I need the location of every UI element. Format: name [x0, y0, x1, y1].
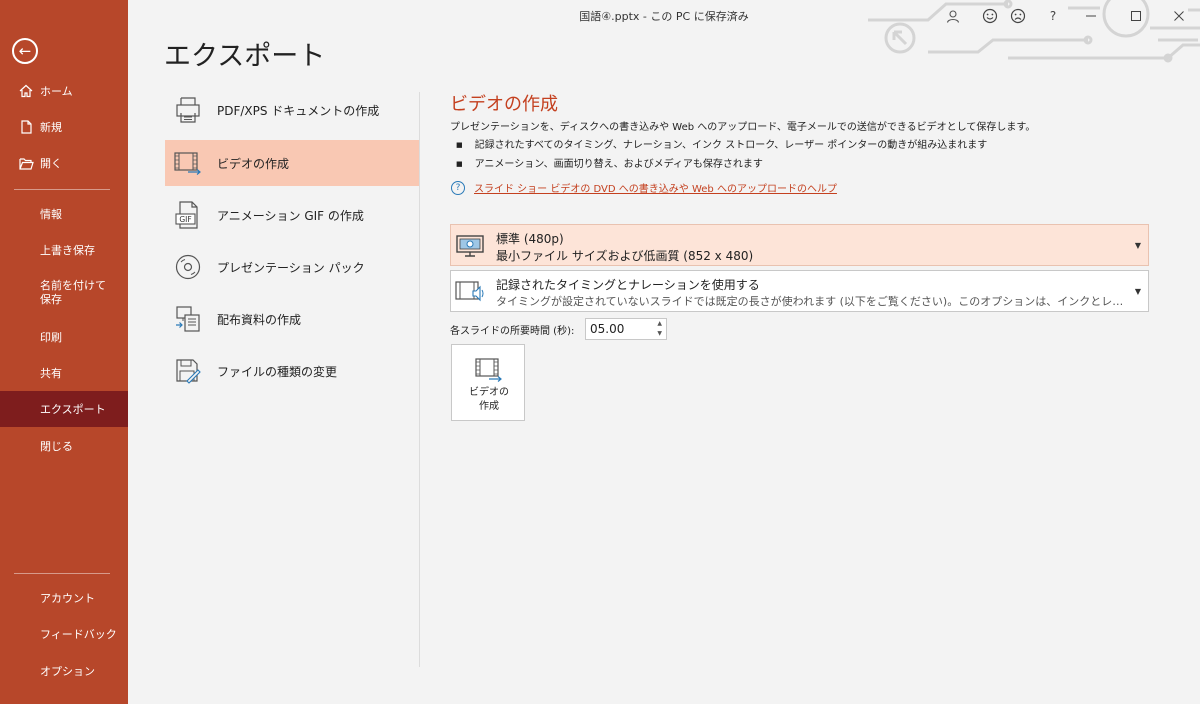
pdf-document-icon	[173, 95, 203, 125]
export-option-label: PDF/XPS ドキュメントの作成	[217, 103, 380, 118]
sidebar-item-label: ホーム	[40, 85, 73, 98]
sidebar-item-label: オプション	[40, 665, 95, 678]
change-file-type-icon	[173, 356, 203, 386]
sidebar-item-label: 新規	[40, 121, 62, 134]
sidebar-item-label: 名前を付けて保存	[40, 279, 106, 306]
help-icon[interactable]: ?	[1040, 4, 1066, 28]
export-option-label: アニメーション GIF の作成	[217, 208, 364, 223]
export-option-video[interactable]: ビデオの作成	[165, 140, 419, 186]
smiley-icon[interactable]	[977, 4, 1003, 28]
create-video-label: ビデオの 作成	[469, 387, 509, 412]
duration-input[interactable]	[590, 321, 650, 337]
sidebar-item-label: 開く	[40, 157, 62, 170]
help-circle-icon: ?	[451, 180, 465, 195]
page-title: エクスポート	[164, 41, 326, 72]
sidebar-item-label: 印刷	[40, 331, 62, 344]
timing-dropdown[interactable]: 記録されたタイミングとナレーションを使用する タイミングが設定されていないスライ…	[450, 270, 1149, 312]
spin-up-icon[interactable]: ▲	[657, 320, 662, 327]
sidebar-item-info[interactable]: 情報	[0, 196, 128, 232]
export-option-label: ファイルの種類の変更	[217, 364, 338, 379]
sidebar-item-save[interactable]: 上書き保存	[0, 232, 128, 268]
export-option-gif[interactable]: GIF アニメーション GIF の作成	[165, 192, 419, 238]
section-description: プレゼンテーションを、ディスクへの書き込みや Web へのアップロード、電子メー…	[450, 122, 1036, 133]
export-option-change-type[interactable]: ファイルの種類の変更	[165, 348, 419, 394]
sidebar-divider	[14, 189, 110, 190]
sidebar-item-open[interactable]: 開く	[0, 145, 128, 181]
sidebar-item-label: アカウント	[40, 592, 95, 605]
help-row: ? スライド ショー ビデオの DVD への書き込みや Web へのアップロード…	[451, 180, 837, 195]
title-bar: 国語④.pptx - この PC に保存済み ?	[128, 0, 1200, 63]
sidebar-item-feedback[interactable]: フィードバック	[0, 616, 128, 652]
duration-label: 各スライドの所要時間 (秒):	[450, 326, 575, 337]
export-option-package[interactable]: プレゼンテーション パック	[165, 244, 419, 290]
export-option-handouts[interactable]: 配布資料の作成	[165, 296, 419, 342]
handouts-icon	[173, 304, 203, 334]
bullet-item: アニメーション、画面切り替え、およびメディアも保存されます	[456, 155, 763, 170]
new-file-icon	[18, 119, 34, 135]
sidebar-item-print[interactable]: 印刷	[0, 319, 128, 355]
export-option-label: 配布資料の作成	[217, 312, 302, 327]
sidebar-item-close[interactable]: 閉じる	[0, 428, 128, 464]
video-film-icon	[475, 358, 502, 382]
spin-down-icon[interactable]: ▼	[657, 330, 662, 337]
cd-package-icon	[173, 252, 203, 282]
sidebar-divider	[14, 573, 110, 574]
export-option-label: ビデオの作成	[217, 156, 290, 171]
quality-dropdown[interactable]: 標準 (480p) 最小ファイル サイズおよび低画質 (852 x 480) ▼	[450, 224, 1149, 266]
quality-primary-text: 標準 (480p)	[496, 232, 564, 246]
video-film-icon	[173, 148, 203, 178]
chevron-down-icon: ▼	[1134, 241, 1141, 250]
sidebar-item-options[interactable]: オプション	[0, 653, 128, 689]
export-option-label: プレゼンテーション パック	[217, 260, 365, 275]
sidebar-item-share[interactable]: 共有	[0, 355, 128, 391]
minimize-icon[interactable]	[1078, 4, 1104, 28]
sidebar-item-export[interactable]: エクスポート	[0, 391, 128, 427]
sidebar-item-label: フィードバック	[40, 628, 117, 641]
maximize-icon[interactable]	[1123, 4, 1149, 28]
svg-text:GIF: GIF	[179, 215, 191, 224]
bullet-item: 記録されたすべてのタイミング、ナレーション、インク ストローク、レーザー ポイン…	[456, 136, 988, 151]
home-icon	[18, 83, 34, 99]
frown-icon[interactable]	[1005, 4, 1031, 28]
monitor-quality-icon	[455, 232, 485, 260]
sidebar-item-label: 共有	[40, 367, 62, 380]
panel-divider	[419, 92, 420, 667]
help-link[interactable]: スライド ショー ビデオの DVD への書き込みや Web へのアップロードのヘ…	[474, 180, 837, 195]
sidebar-item-account[interactable]: アカウント	[0, 580, 128, 616]
export-option-pdf[interactable]: PDF/XPS ドキュメントの作成	[165, 87, 419, 133]
sidebar-item-home[interactable]: ホーム	[0, 73, 128, 109]
sidebar-item-label: 上書き保存	[40, 244, 95, 257]
sidebar-item-label: 情報	[40, 208, 62, 221]
sidebar-item-label: エクスポート	[40, 403, 106, 416]
quality-secondary-text: 最小ファイル サイズおよび低画質 (852 x 480)	[496, 249, 754, 263]
open-folder-icon	[18, 155, 34, 171]
sidebar-item-label: 閉じる	[40, 440, 73, 453]
duration-stepper: ▲ ▼	[585, 318, 667, 340]
close-icon[interactable]	[1166, 4, 1192, 28]
sidebar-item-new[interactable]: 新規	[0, 109, 128, 145]
back-arrow-icon[interactable]: ←	[12, 38, 38, 64]
section-title: ビデオの作成	[450, 94, 558, 115]
gif-file-icon: GIF	[173, 200, 203, 230]
sidebar-item-save-as[interactable]: 名前を付けて保存	[0, 270, 128, 316]
create-video-button[interactable]: ビデオの 作成	[451, 344, 525, 421]
timing-secondary-text: タイミングが設定されていないスライドでは既定の長さが使われます (以下をご覧くだ…	[496, 295, 1126, 308]
slide-narration-icon	[455, 278, 485, 306]
backstage-sidebar: ← ホーム 新規 開く 情報 上書き保存 名前を付けて保存 印刷 共有 エクスポ…	[0, 0, 128, 704]
timing-primary-text: 記録されたタイミングとナレーションを使用する	[496, 278, 760, 292]
avatar-icon[interactable]	[940, 4, 966, 28]
chevron-down-icon: ▼	[1134, 287, 1141, 296]
